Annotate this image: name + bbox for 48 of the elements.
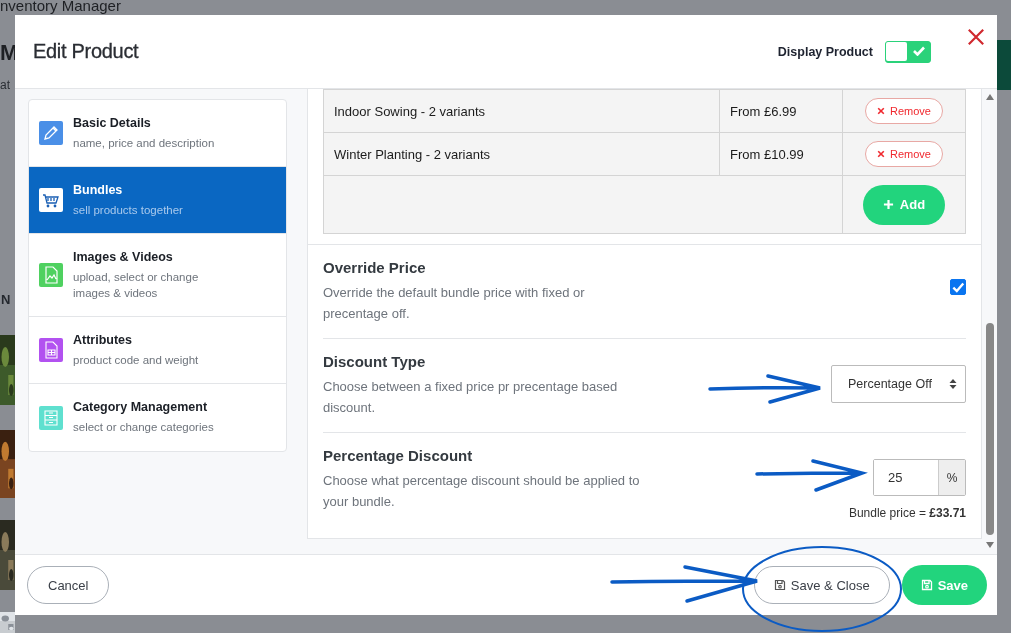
scroll-down-icon[interactable] (985, 541, 995, 549)
setting-title: Override Price (323, 259, 427, 276)
item-title: Attributes (73, 332, 134, 347)
percentage-field[interactable]: 25 % (873, 459, 966, 496)
cancel-button[interactable]: Cancel (27, 566, 110, 604)
table-cell: Winter Planting - 2 variants (334, 146, 491, 162)
sidebar-item[interactable]: Images & Videos upload, select or change images & videos (29, 234, 286, 317)
remove-button[interactable]: Remove (865, 141, 943, 167)
item-subtitle: product code and weight (73, 352, 199, 368)
setting-title: Percentage Discount (323, 447, 474, 464)
checkbox[interactable] (950, 279, 966, 295)
column-header: N (1, 292, 11, 307)
item-subtitle: select or change categories (73, 420, 214, 435)
setting-description: Override the default bundle price with fixed or precentage off. (323, 284, 586, 323)
table-cell: From £10.99 (730, 146, 804, 162)
setting-title: Discount Type (323, 353, 427, 370)
sidebar-item[interactable]: Attributes product code and weight (29, 317, 286, 384)
sidebar-item[interactable]: Bundles sell products together (29, 167, 286, 234)
plus-icon (882, 199, 894, 210)
select-dropdown[interactable]: Percentage Off (831, 365, 966, 403)
item-title: Images & Videos (73, 249, 174, 264)
check-icon (913, 46, 925, 56)
floppy-disk-icon (920, 579, 933, 591)
table-cell: From £6.99 (730, 103, 797, 119)
close-icon[interactable] (967, 28, 985, 46)
dialog-title: Edit Product (33, 40, 140, 63)
table-cell: Indoor Sowing - 2 variants (334, 103, 486, 119)
item-subtitle: upload, select or change images & videos (73, 269, 200, 301)
item-title: Category Management (73, 400, 209, 414)
item-subtitle: sell products together (73, 202, 183, 218)
setting-description: Choose what percentage discount should be applied to your bundle. (323, 472, 641, 511)
bundle-price: Bundle price = £33.71 (848, 506, 966, 520)
close-icon (877, 107, 885, 115)
scroll-up-icon[interactable] (985, 93, 995, 101)
setting-description: Choose between a fixed price pr precentage based discount. (323, 378, 619, 417)
page-subtitle: at (0, 78, 10, 92)
item-subtitle: name, price and description (73, 135, 215, 151)
sidebar-item[interactable]: Category Management select or change categories (29, 384, 286, 451)
app-title: nventory Manager (0, 0, 121, 14)
sort-icon (949, 378, 957, 390)
item-title: Bundles (73, 182, 124, 197)
remove-button[interactable]: Remove (865, 98, 943, 124)
floppy-disk-icon (773, 579, 786, 591)
save-close-button[interactable]: Save & Close (753, 566, 890, 604)
close-icon (877, 150, 885, 158)
item-title: Basic Details (73, 115, 152, 130)
toggle-label: Display Product (777, 44, 873, 59)
display-toggle[interactable] (885, 40, 931, 63)
